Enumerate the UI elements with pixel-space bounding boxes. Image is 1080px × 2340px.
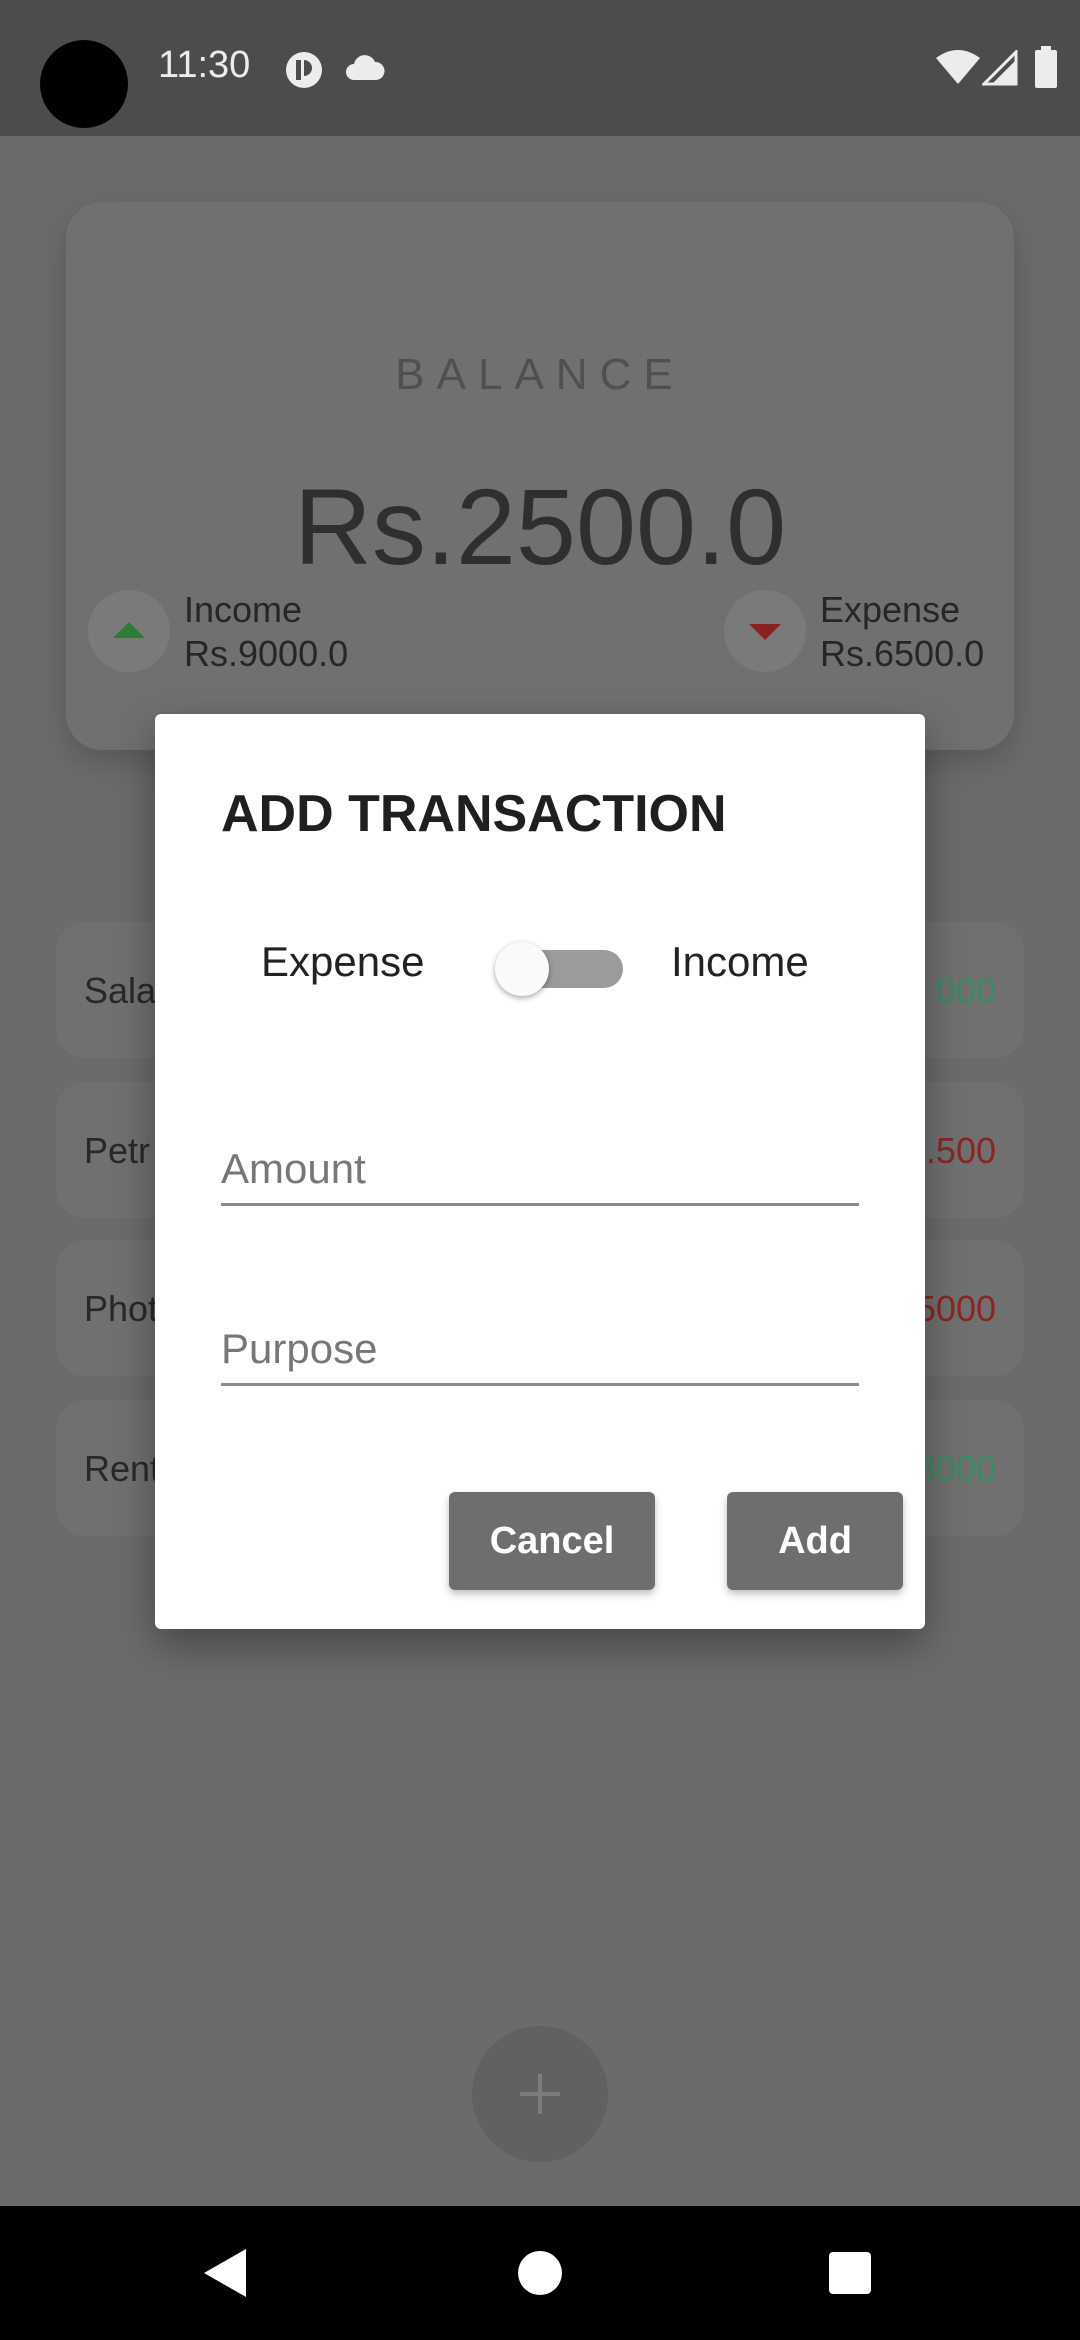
recents-icon bbox=[829, 2252, 871, 2294]
recents-button[interactable] bbox=[783, 2206, 917, 2340]
toggle-label-expense: Expense bbox=[261, 938, 425, 985]
expense-value: Rs.6500.0 bbox=[820, 633, 985, 674]
transaction-amount: .500 bbox=[925, 1130, 996, 1171]
system-nav-bar bbox=[0, 2206, 1080, 2340]
transaction-name: Sala bbox=[84, 970, 157, 1011]
transaction-amount: 5000 bbox=[915, 1288, 996, 1329]
toggle-label-income: Income bbox=[671, 938, 809, 985]
status-time: 11:30 bbox=[158, 44, 251, 86]
add-transaction-fab[interactable] bbox=[472, 2026, 608, 2162]
back-icon bbox=[204, 2249, 246, 2297]
transaction-name: Phot bbox=[84, 1288, 159, 1329]
type-toggle-switch[interactable] bbox=[495, 942, 655, 996]
camera-cutout bbox=[40, 40, 128, 128]
purpose-input[interactable] bbox=[221, 1286, 859, 1386]
dialog-title: ADD TRANSACTION bbox=[221, 785, 727, 843]
back-button[interactable] bbox=[158, 2206, 292, 2340]
transaction-name: Rent bbox=[84, 1448, 161, 1489]
signal-icon bbox=[982, 50, 1018, 86]
switch-thumb[interactable] bbox=[495, 942, 549, 996]
wifi-icon bbox=[936, 50, 980, 84]
arrow-up-icon bbox=[113, 622, 145, 638]
plus-icon bbox=[520, 2074, 560, 2114]
balance-title: BALANCE bbox=[395, 350, 685, 399]
add-transaction-dialog: ADD TRANSACTION Expense Income Cancel Ad… bbox=[155, 714, 925, 1629]
app-notification-icon bbox=[286, 52, 322, 88]
home-icon bbox=[518, 2251, 562, 2295]
income-label: Income bbox=[184, 589, 303, 630]
home-button[interactable] bbox=[473, 2206, 607, 2340]
arrow-down-icon bbox=[749, 624, 781, 640]
transaction-amount: 8000 bbox=[915, 1448, 996, 1489]
income-indicator bbox=[88, 590, 170, 672]
expense-indicator bbox=[724, 590, 806, 672]
cancel-button[interactable]: Cancel bbox=[449, 1492, 655, 1590]
expense-label: Expense bbox=[820, 589, 961, 630]
balance-card: BALANCE Rs.2500.0 Income Rs.9000.0 Expen… bbox=[66, 202, 1014, 750]
amount-input[interactable] bbox=[221, 1106, 859, 1206]
status-bar: 11:30 bbox=[0, 0, 1080, 136]
income-value: Rs.9000.0 bbox=[184, 633, 349, 674]
battery-icon bbox=[1035, 46, 1057, 88]
balance-amount: Rs.2500.0 bbox=[293, 466, 787, 587]
add-button[interactable]: Add bbox=[727, 1492, 903, 1590]
transaction-amount: 000 bbox=[935, 970, 996, 1011]
transaction-name: Petr bbox=[84, 1130, 151, 1171]
cloud-icon bbox=[346, 55, 385, 80]
